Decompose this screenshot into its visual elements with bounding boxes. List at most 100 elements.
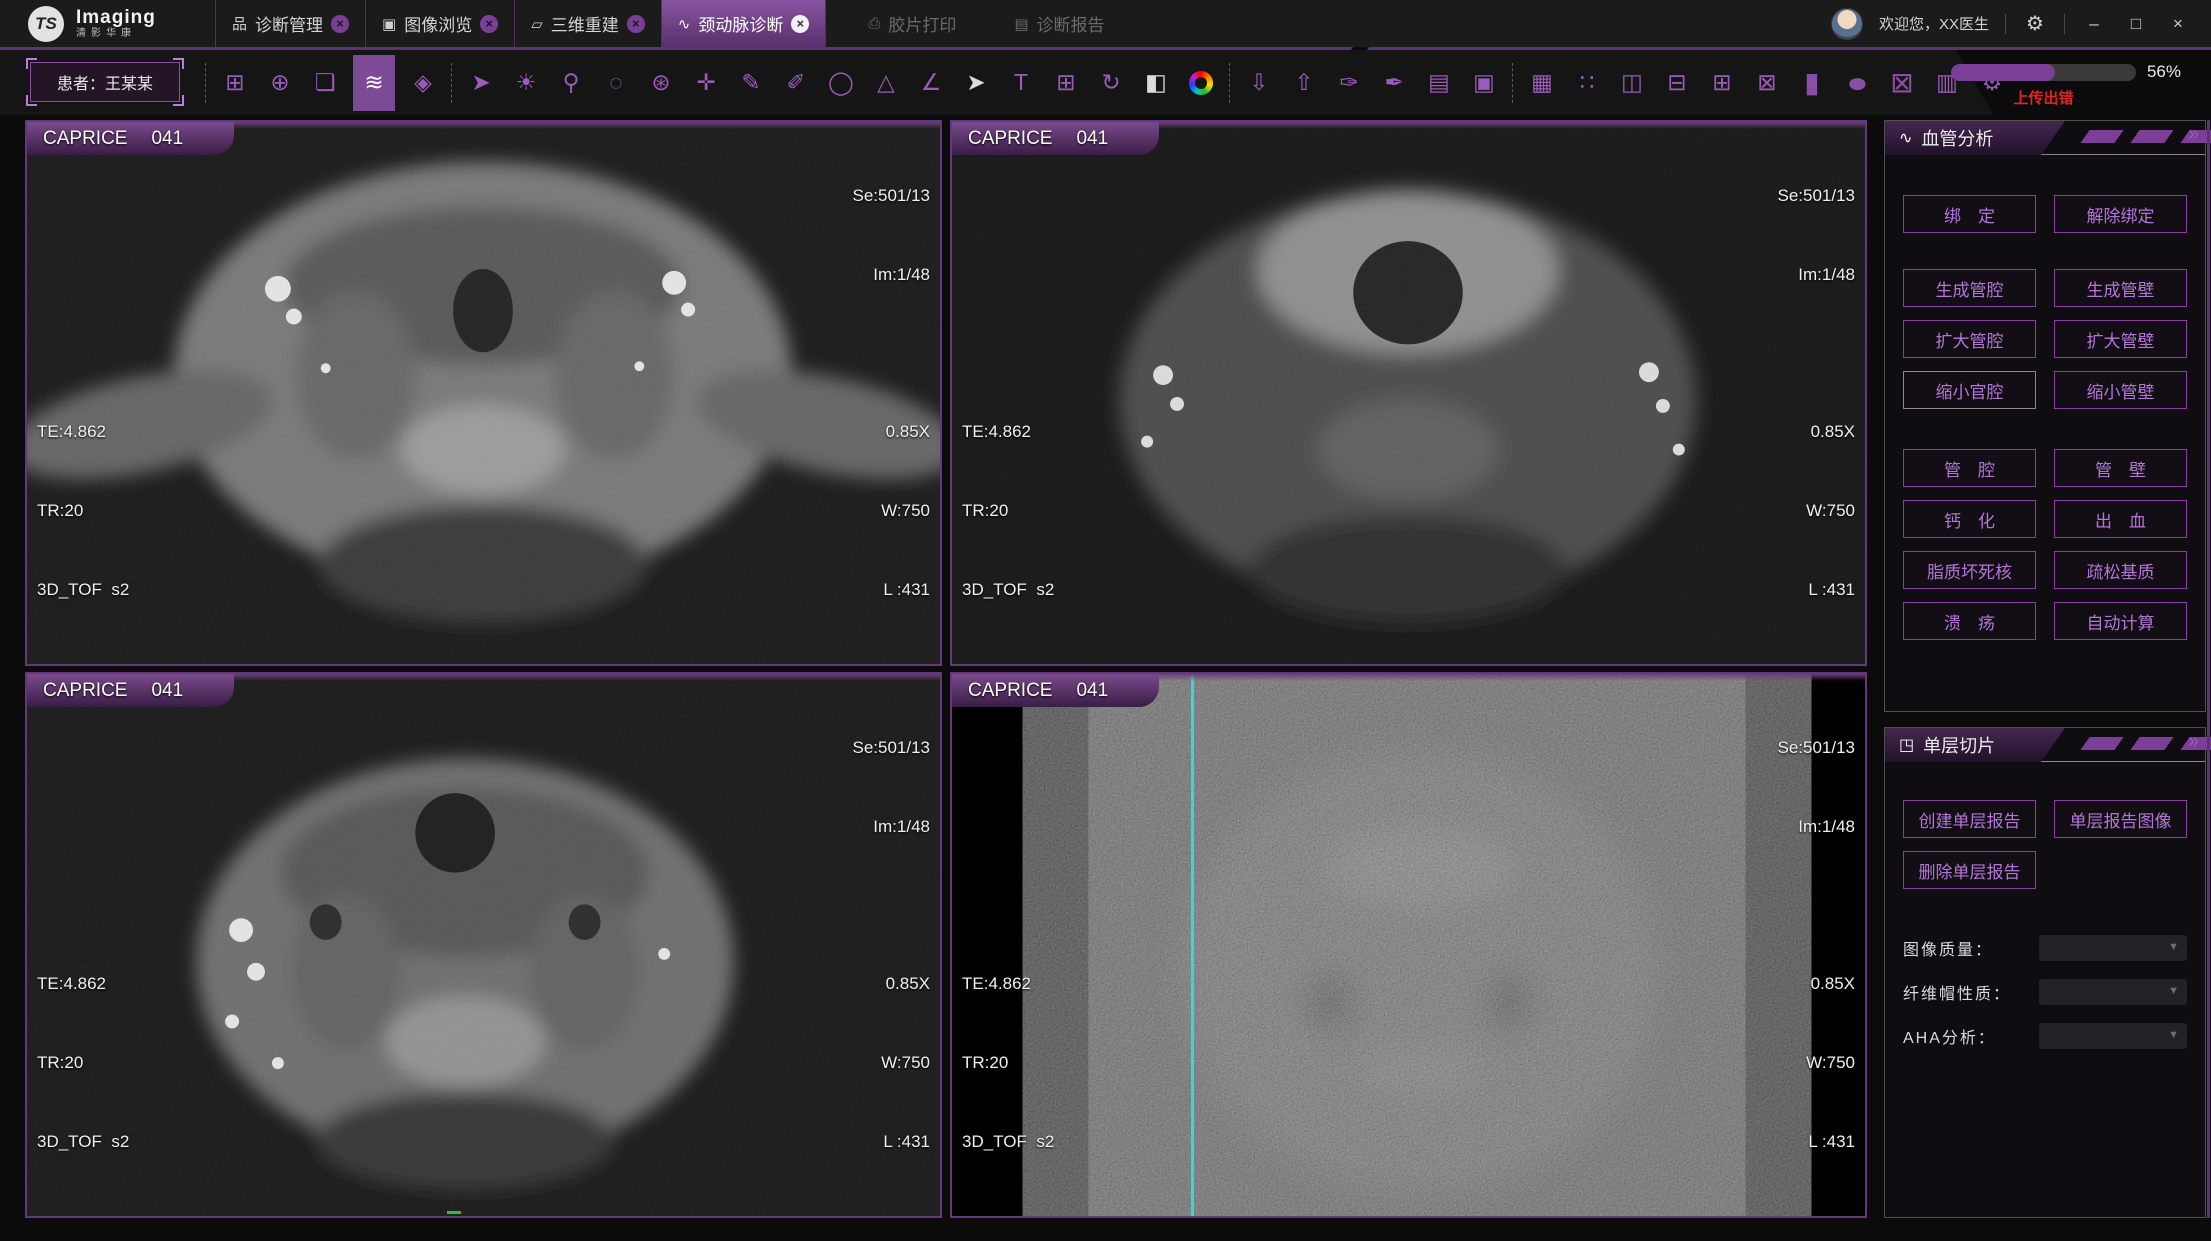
lipid-necrotic-core-button[interactable]: 脂质坏死核 — [1903, 551, 2036, 589]
bind-button[interactable]: 绑 定 — [1903, 195, 2036, 233]
select-arrow-icon[interactable]: ➤ — [959, 61, 993, 105]
layout-matrix-icon[interactable]: ▦ — [1525, 61, 1559, 105]
roi-rect-icon[interactable]: ▮ — [1795, 61, 1829, 105]
aha-analysis-select[interactable]: ▼ — [2039, 1023, 2187, 1049]
overlay-tr: TR:20 — [37, 1050, 129, 1076]
generate-wall-button[interactable]: 生成管壁 — [2054, 269, 2187, 307]
viewport-top-left[interactable]: CAPRICE 041 Se:501/13 Im:1/48 TE:4.862 T… — [25, 120, 942, 666]
overlay-window-level: L :431 — [881, 577, 930, 603]
lumen-button[interactable]: 管 腔 — [1903, 449, 2036, 487]
angle-measure-icon[interactable]: ✐ — [779, 61, 813, 105]
download-icon[interactable]: ⇩ — [1242, 61, 1276, 105]
tab-close-icon[interactable]: × — [480, 15, 498, 33]
aha-analysis-label: AHA分析： — [1903, 1024, 1996, 1048]
contour-edit-button-group: 生成管腔 生成管壁 扩大管腔 扩大管壁 缩小官腔 缩小管壁 — [1885, 269, 2205, 409]
overlay-series: Se:501/13 — [852, 735, 930, 761]
key-image-icon[interactable]: ▣ — [1467, 61, 1501, 105]
open-folder-add-icon[interactable]: ⊕ — [263, 61, 297, 105]
image-library-icon[interactable]: ❏ — [308, 61, 342, 105]
generate-lumen-button[interactable]: 生成管腔 — [1903, 269, 2036, 307]
invert-icon[interactable]: ◧ — [1139, 61, 1173, 105]
tab-label: 三维重建 — [551, 11, 619, 36]
add-annotation-icon[interactable]: ⊞ — [1049, 61, 1083, 105]
viewport-series-tab: CAPRICE 041 — [952, 122, 1159, 155]
polygon-draw-icon[interactable]: △ — [869, 61, 903, 105]
tab-close-icon[interactable]: × — [627, 15, 645, 33]
collapse-chevron-icon[interactable]: » — [2188, 731, 2197, 753]
tab-label: 颈动脉诊断 — [698, 11, 783, 36]
bracket-decoration — [173, 58, 184, 69]
cube-3d-icon[interactable]: ◈ — [406, 61, 440, 105]
zoom-region-icon[interactable]: ◌ — [599, 61, 633, 105]
patient-field[interactable]: 患者：王某某 — [30, 62, 180, 102]
window-level-icon[interactable]: ☀ — [509, 61, 543, 105]
collapse-chevron-icon[interactable]: » — [2188, 124, 2197, 146]
overlay-te: TE:4.862 — [962, 971, 1054, 997]
loose-matrix-button[interactable]: 疏松基质 — [2054, 551, 2187, 589]
zoom-icon[interactable]: ⚲ — [554, 61, 588, 105]
angle-icon[interactable]: ∠ — [914, 61, 948, 105]
enlarge-lumen-button[interactable]: 扩大管腔 — [1903, 320, 2036, 358]
length-measure-icon[interactable]: ✎ — [734, 61, 768, 105]
roi-remove-icon[interactable]: ⊠ — [1885, 61, 1919, 105]
cross-reference-line[interactable] — [1191, 674, 1194, 1216]
slice-dropdown-list: 图像质量： ▼ 纤维帽性质： ▼ AHA分析： ▼ — [1885, 935, 2205, 1049]
delete-slice-report-button[interactable]: 删除单层报告 — [1903, 851, 2036, 889]
panel-header: ◳ 单层切片 » — [1885, 728, 2205, 762]
fiber-cap-select[interactable]: ▼ — [2039, 979, 2187, 1005]
maximize-button[interactable]: □ — [2123, 14, 2149, 34]
tab-diagnosis-report[interactable]: ▤ 诊断报告 × — [998, 0, 1120, 47]
rotate-icon[interactable]: ↻ — [1094, 61, 1128, 105]
ellipse-draw-icon[interactable]: ◯ — [824, 61, 858, 105]
close-button[interactable]: × — [2165, 14, 2191, 34]
tab-carotid-diagnosis[interactable]: ∿ 颈动脉诊断 × — [661, 0, 827, 47]
hemorrhage-button[interactable]: 出 血 — [2054, 500, 2187, 538]
layout-split-horizontal-icon[interactable]: ⊟ — [1660, 61, 1694, 105]
wall-button[interactable]: 管 壁 — [2054, 449, 2187, 487]
shrink-lumen-button[interactable]: 缩小官腔 — [1903, 371, 2036, 409]
fiber-cap-label: 纤维帽性质： — [1903, 980, 2011, 1004]
overlay-window-width: W:750 — [1806, 1050, 1855, 1076]
import-study-icon[interactable]: ⊞ — [218, 61, 252, 105]
viewport-top-right[interactable]: CAPRICE 041 Se:501/13 Im:1/48 TE:4.862 T… — [950, 120, 1867, 666]
pan-icon[interactable]: ✛ — [689, 61, 723, 105]
roi-ellipse-icon[interactable]: ● — [1840, 61, 1874, 105]
layout-tiles-icon[interactable]: ∷ — [1570, 61, 1604, 105]
minimize-button[interactable]: – — [2081, 14, 2107, 34]
tab-diagnosis-manage[interactable]: 品 诊断管理 × — [215, 0, 365, 47]
report-add-icon[interactable]: ▤ — [1422, 61, 1456, 105]
ulcer-button[interactable]: 溃 疡 — [1903, 602, 2036, 640]
overlay-series-info: Se:501/13 Im:1/48 — [1777, 682, 1855, 893]
unbind-button[interactable]: 解除绑定 — [2054, 195, 2187, 233]
pointer-icon[interactable]: ➤ — [464, 61, 498, 105]
viewport-bottom-left[interactable]: CAPRICE 041 Se:501/13 Im:1/48 TE:4.862 T… — [25, 672, 942, 1218]
enlarge-wall-button[interactable]: 扩大管壁 — [2054, 320, 2187, 358]
viewport-series-number: 041 — [151, 128, 183, 150]
probe-icon[interactable]: ✑ — [1332, 61, 1366, 105]
layout-2x2-icon[interactable]: ⊞ — [1705, 61, 1739, 105]
layout-remove-icon[interactable]: ⊠ — [1750, 61, 1784, 105]
create-slice-report-button[interactable]: 创建单层报告 — [1903, 800, 2036, 838]
tab-close-icon[interactable]: × — [791, 15, 809, 33]
viewport-bottom-right[interactable]: CAPRICE 041 Se:501/13 Im:1/48 TE:4.862 T… — [950, 672, 1867, 1218]
user-avatar[interactable] — [1831, 8, 1863, 40]
auto-calculate-button[interactable]: 自动计算 — [2054, 602, 2187, 640]
shrink-wall-button[interactable]: 缩小管壁 — [2054, 371, 2187, 409]
single-slice-panel: ◳ 单层切片 » 创建单层报告 单层报告图像 删除单层报告 图像质量： — [1884, 727, 2206, 1218]
text-annotation-icon[interactable]: T — [1004, 61, 1038, 105]
layer-stack-icon[interactable]: ≋ — [353, 55, 395, 111]
settings-gear-icon[interactable]: ⚙ — [2022, 11, 2048, 36]
upload-icon[interactable]: ⇧ — [1287, 61, 1321, 105]
layout-split-vertical-icon[interactable]: ◫ — [1615, 61, 1649, 105]
calcification-button[interactable]: 钙 化 — [1903, 500, 2036, 538]
tab-close-icon[interactable]: × — [331, 15, 349, 33]
probe-line-icon[interactable]: ✒ — [1377, 61, 1411, 105]
tab-image-browse[interactable]: ▣ 图像浏览 × — [365, 0, 514, 47]
tab-film-print[interactable]: ⎙ 胶片打印 × — [852, 0, 972, 47]
app-logo: TS Imaging 清影华康 — [0, 6, 215, 42]
slice-report-image-button[interactable]: 单层报告图像 — [2054, 800, 2187, 838]
zoom-2x-icon[interactable]: ⊛ — [644, 61, 678, 105]
tab-3d-reconstruction[interactable]: ▱ 三维重建 × — [514, 0, 661, 47]
image-quality-select[interactable]: ▼ — [2039, 935, 2187, 961]
color-wheel-icon[interactable] — [1184, 61, 1218, 105]
